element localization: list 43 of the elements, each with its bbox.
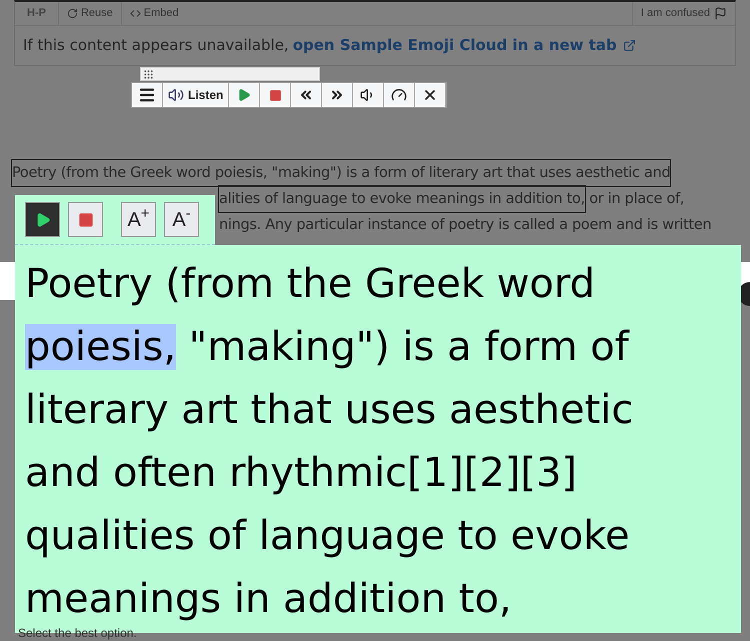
h5p-logo: H-P (26, 6, 47, 22)
speaker-icon (168, 87, 184, 103)
highlighted-word: poiesis, (25, 324, 176, 370)
stop-icon (78, 212, 94, 228)
bigger-button[interactable]: A$^{+}$ (121, 202, 156, 237)
reuse-button[interactable]: Reuse (58, 2, 121, 25)
flag-icon (714, 7, 727, 20)
play-icon (34, 212, 50, 228)
paragraph-line: or in place of, (588, 190, 684, 209)
speed-button[interactable] (384, 83, 416, 107)
gauge-icon (391, 87, 408, 103)
smaller-button[interactable]: A$^{-}$ (164, 202, 199, 237)
notice-text: If this content appears unavailable, (23, 35, 289, 56)
forward-button[interactable] (322, 83, 354, 107)
confused-button[interactable]: I am confused (632, 2, 735, 25)
menu-icon (138, 86, 156, 104)
paragraph-line: nings. Any particular instance of poetry is called a poem and is written (219, 216, 712, 235)
magnified-text: meanings in addition to, (25, 576, 512, 622)
rewind-button[interactable] (291, 83, 322, 107)
grip-icon (143, 68, 154, 80)
magnified-text: and often rhythmic[1][2][3] (25, 450, 578, 496)
play-button[interactable] (229, 83, 260, 107)
paragraph-line: Poetry (from the Greek word poiesis, "making") is a form of literary art that uses aesthetic and (12, 160, 670, 186)
menu-button[interactable] (132, 83, 163, 107)
paragraph-line: alities of language to evoke meanings in addition to, (219, 186, 585, 212)
code-icon (130, 8, 141, 19)
external-link-icon (622, 38, 636, 52)
stop-icon (268, 88, 282, 102)
drag-handle[interactable] (140, 67, 320, 81)
play-button[interactable] (25, 202, 60, 237)
stop-button[interactable] (68, 202, 103, 237)
magnified-text: Poetry (from the Greek word (25, 261, 596, 307)
close-button[interactable] (415, 83, 446, 107)
refresh-icon (66, 8, 78, 19)
magnified-text: "making") is a form of (188, 324, 629, 370)
embed-button[interactable]: Embed (120, 2, 187, 25)
play-icon (237, 88, 252, 102)
magnified-text: qualities of language to evoke (25, 513, 630, 559)
listen-button[interactable]: Listen (163, 83, 230, 107)
magnified-text: literary art that uses aesthetic (25, 387, 634, 433)
stop-button[interactable] (260, 83, 292, 107)
new-tab-link[interactable]: open Sample Emoji Cloud in a new tab (292, 34, 636, 56)
volume-button[interactable] (353, 83, 384, 107)
